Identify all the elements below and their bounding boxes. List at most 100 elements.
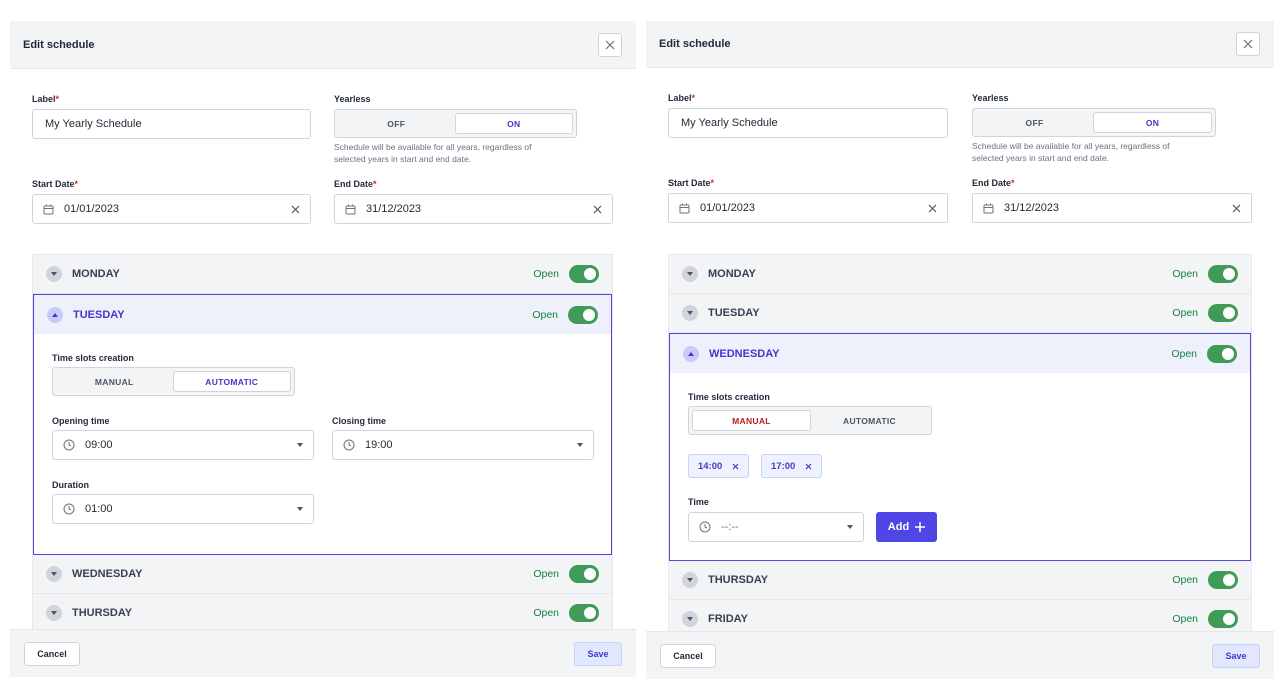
modal-header: Edit schedule — [646, 21, 1274, 68]
open-toggle[interactable] — [1208, 571, 1238, 589]
chevron-down-icon[interactable] — [682, 572, 698, 588]
time-slots-mode-toggle[interactable]: MANUAL AUTOMATIC — [688, 406, 932, 435]
cancel-button[interactable]: Cancel — [660, 643, 716, 668]
chevron-down-icon[interactable] — [682, 266, 698, 282]
close-icon — [605, 40, 615, 49]
day-row-wednesday[interactable]: WEDNESDAY Open — [33, 555, 612, 594]
end-date-input[interactable]: 31/12/2023 — [972, 193, 1252, 223]
day-row-wednesday[interactable]: WEDNESDAY Open — [670, 334, 1250, 373]
expanded-day-tuesday: TUESDAY Open Time slots creation MANUAL … — [33, 294, 612, 555]
label-input[interactable]: My Yearly Schedule — [32, 109, 311, 139]
duration-label: Duration — [52, 480, 89, 490]
yearless-toggle[interactable]: OFF ON — [972, 108, 1216, 137]
cancel-button[interactable]: Cancel — [24, 641, 80, 666]
open-toggle[interactable] — [1208, 265, 1238, 283]
open-toggle[interactable] — [569, 265, 599, 283]
open-toggle[interactable] — [1208, 610, 1238, 628]
caret-down-icon — [297, 507, 303, 511]
chevron-up-icon[interactable] — [47, 306, 63, 323]
day-row-monday[interactable]: MONDAY Open — [33, 255, 612, 294]
plus-icon — [915, 522, 926, 532]
automatic-option[interactable]: AUTOMATIC — [172, 371, 291, 392]
open-toggle[interactable] — [569, 565, 599, 583]
add-time-button[interactable]: Add — [876, 512, 937, 542]
calendar-icon — [345, 204, 356, 214]
start-date-input[interactable]: 01/01/2023 — [32, 194, 311, 224]
day-status: Open — [1172, 613, 1198, 625]
open-toggle[interactable] — [568, 305, 598, 324]
yearless-toggle[interactable]: OFF ON — [334, 109, 577, 138]
end-date-label: End Date* — [334, 179, 377, 189]
yearless-on-option[interactable]: ON — [454, 113, 573, 134]
day-status: Open — [1172, 307, 1198, 319]
clear-icon[interactable] — [291, 205, 300, 214]
clear-icon[interactable] — [928, 204, 937, 213]
chevron-down-icon[interactable] — [682, 611, 698, 627]
day-name: WEDNESDAY — [709, 347, 780, 360]
day-row-tuesday[interactable]: TUESDAY Open — [669, 294, 1251, 333]
start-date-label: Start Date* — [668, 178, 715, 188]
day-name: TUESDAY — [708, 307, 760, 319]
day-status: Open — [533, 607, 559, 619]
manual-option[interactable]: MANUAL — [692, 410, 811, 431]
save-button[interactable]: Save — [574, 641, 622, 666]
opening-time-label: Opening time — [52, 416, 110, 426]
day-status: Open — [1172, 574, 1198, 586]
time-slot-chip: 14:00 — [688, 454, 750, 478]
day-row-monday[interactable]: MONDAY Open — [669, 255, 1251, 294]
chevron-down-icon[interactable] — [682, 305, 698, 321]
clear-icon[interactable] — [593, 205, 602, 214]
end-date-input[interactable]: 31/12/2023 — [334, 194, 613, 224]
close-button[interactable] — [1236, 32, 1260, 56]
edit-schedule-modal-right: Edit schedule Label* My Yearly Schedule … — [646, 21, 1274, 679]
clear-icon[interactable] — [1232, 204, 1241, 213]
day-status: Open — [1171, 347, 1197, 360]
yearless-off-option[interactable]: OFF — [338, 113, 455, 134]
label-field-label: Label* — [32, 94, 60, 104]
time-slots-label: Time slots creation — [688, 392, 770, 402]
chevron-up-icon[interactable] — [683, 345, 699, 362]
caret-down-icon — [297, 443, 303, 447]
day-name: WEDNESDAY — [72, 568, 143, 580]
save-button[interactable]: Save — [1212, 643, 1260, 668]
yearless-label: Yearless — [334, 94, 371, 104]
edit-schedule-modal-left: Edit schedule Label* My Yearly Schedule … — [10, 21, 636, 677]
modal-header: Edit schedule — [10, 21, 636, 69]
open-toggle[interactable] — [1208, 304, 1238, 322]
open-toggle[interactable] — [1207, 344, 1237, 363]
day-name: THURSDAY — [72, 607, 133, 619]
calendar-icon — [679, 203, 690, 213]
manual-option[interactable]: MANUAL — [56, 371, 173, 392]
chevron-down-icon[interactable] — [46, 566, 62, 582]
yearless-help-text: Schedule will be available for all years… — [334, 142, 532, 164]
yearless-on-option[interactable]: ON — [1093, 112, 1212, 133]
yearless-label: Yearless — [972, 93, 1009, 103]
automatic-option[interactable]: AUTOMATIC — [811, 410, 928, 431]
chevron-down-icon[interactable] — [46, 266, 62, 282]
clock-icon — [343, 439, 355, 451]
start-date-input[interactable]: 01/01/2023 — [668, 193, 948, 223]
closing-time-select[interactable]: 19:00 — [332, 430, 594, 460]
time-select[interactable]: --:-- — [688, 512, 864, 542]
modal-body: Label* My Yearly Schedule Yearless OFF O… — [646, 68, 1274, 639]
open-toggle[interactable] — [569, 604, 599, 622]
duration-select[interactable]: 01:00 — [52, 494, 314, 524]
day-row-tuesday[interactable]: TUESDAY Open — [34, 295, 611, 334]
time-slots-mode-toggle[interactable]: MANUAL AUTOMATIC — [52, 367, 295, 396]
closing-time-label: Closing time — [332, 416, 387, 426]
chevron-down-icon[interactable] — [46, 605, 62, 621]
modal-title: Edit schedule — [23, 38, 95, 51]
yearless-off-option[interactable]: OFF — [976, 112, 1093, 133]
modal-footer: Cancel Save — [646, 631, 1274, 679]
clock-icon — [63, 439, 75, 451]
remove-icon[interactable] — [732, 463, 739, 470]
opening-time-select[interactable]: 09:00 — [52, 430, 314, 460]
day-row-thursday[interactable]: THURSDAY Open — [33, 594, 612, 633]
remove-icon[interactable] — [805, 463, 812, 470]
close-button[interactable] — [598, 32, 622, 57]
label-input[interactable]: My Yearly Schedule — [668, 108, 948, 138]
yearless-help-text: Schedule will be available for all years… — [972, 141, 1170, 163]
day-status: Open — [1172, 268, 1198, 280]
day-row-thursday[interactable]: THURSDAY Open — [669, 561, 1251, 600]
days-list: MONDAY Open TUESDAY Open Time slots crea… — [32, 254, 613, 633]
